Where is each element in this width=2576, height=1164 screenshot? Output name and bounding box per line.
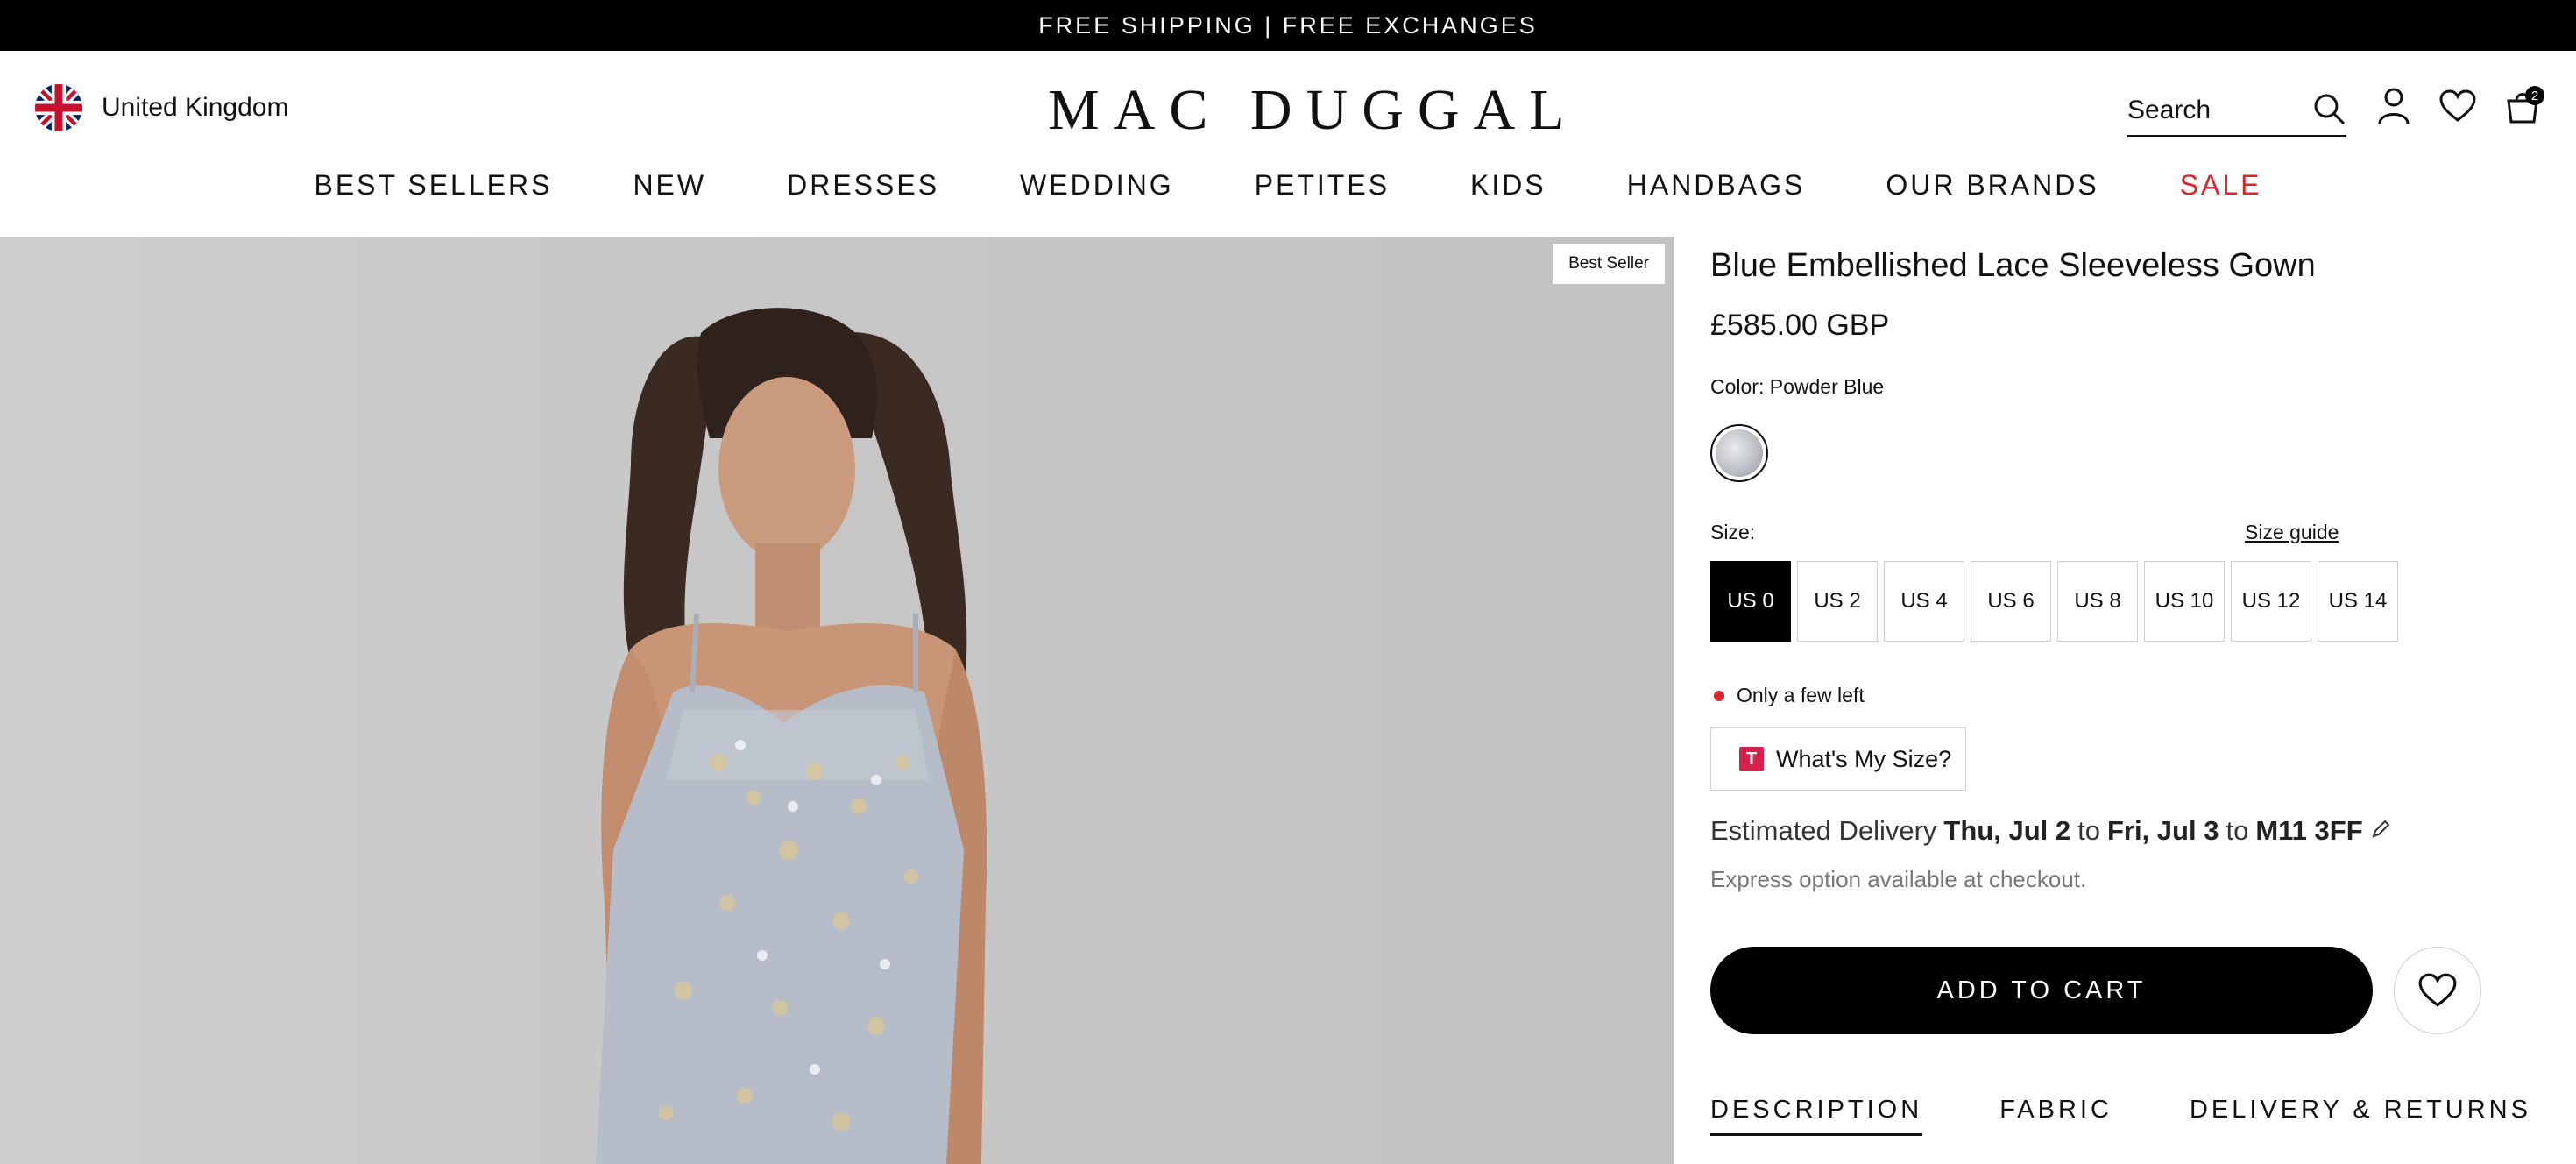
search-icon[interactable] bbox=[2311, 91, 2346, 131]
region-label: United Kingdom bbox=[102, 93, 289, 122]
cart-count-badge: 2 bbox=[2525, 86, 2544, 105]
announcement-bar: FREE SHIPPING | FREE EXCHANGES bbox=[0, 0, 2576, 51]
color-row: Color: Powder Blue bbox=[1710, 375, 1884, 399]
size-option[interactable]: US 14 bbox=[2318, 561, 2398, 642]
product-price: £585.00 GBP bbox=[1710, 309, 1890, 342]
nav-item-wedding[interactable]: WEDDING bbox=[980, 169, 1214, 202]
size-option[interactable]: US 6 bbox=[1971, 561, 2051, 642]
announcement-text: FREE SHIPPING | FREE EXCHANGES bbox=[1038, 11, 1538, 39]
add-to-cart-button[interactable]: ADD TO CART bbox=[1710, 947, 2373, 1034]
cart-icon[interactable]: 2 bbox=[2501, 84, 2544, 128]
model-photo-illustration bbox=[596, 308, 987, 1164]
tab-description[interactable]: DESCRIPTION bbox=[1710, 1096, 1923, 1136]
size-option[interactable]: US 4 bbox=[1884, 561, 1964, 642]
delivery-to-word-2: to bbox=[2226, 815, 2249, 846]
stock-status: Only a few left bbox=[1710, 684, 1865, 707]
whats-my-size-button[interactable]: T What's My Size? bbox=[1710, 728, 1966, 791]
size-option[interactable]: US 0 bbox=[1710, 561, 1791, 642]
heart-icon bbox=[2418, 973, 2457, 1007]
nav-item-our-brands[interactable]: OUR BRANDS bbox=[1845, 169, 2139, 202]
delivery-from-date: Thu, Jul 2 bbox=[1943, 815, 2071, 846]
color-value: Powder Blue bbox=[1769, 375, 1885, 398]
size-label: Size: bbox=[1710, 521, 1756, 543]
nav-item-new[interactable]: NEW bbox=[592, 169, 747, 202]
nav-item-dresses[interactable]: DRESSES bbox=[747, 169, 980, 202]
tab-fabric[interactable]: FABRIC bbox=[1999, 1096, 2112, 1136]
best-seller-badge: Best Seller bbox=[1553, 244, 1665, 284]
whats-my-size-label: What's My Size? bbox=[1776, 745, 1952, 772]
region-selector[interactable]: United Kingdom bbox=[35, 84, 288, 131]
size-guide-link[interactable]: Size guide bbox=[2245, 521, 2339, 544]
estimated-delivery: Estimated Delivery Thu, Jul 2 to Fri, Ju… bbox=[1710, 815, 2391, 847]
site-header: United Kingdom MAC DUGGAL 2 BEST SELLERS… bbox=[0, 51, 2576, 235]
add-to-wishlist-button[interactable] bbox=[2394, 947, 2481, 1034]
account-icon[interactable] bbox=[2372, 84, 2416, 128]
edit-pencil-icon[interactable] bbox=[2370, 815, 2391, 847]
search-input[interactable] bbox=[2127, 96, 2294, 125]
nav-item-best-sellers[interactable]: BEST SELLERS bbox=[273, 169, 592, 202]
delivery-until-date: Fri, Jul 3 bbox=[2106, 815, 2219, 846]
nav-item-petites[interactable]: PETITES bbox=[1214, 169, 1430, 202]
color-swatch-powder-blue[interactable] bbox=[1710, 424, 1768, 482]
size-option[interactable]: US 8 bbox=[2057, 561, 2138, 642]
wishlist-icon[interactable] bbox=[2436, 84, 2480, 128]
delivery-prefix: Estimated Delivery bbox=[1710, 815, 1937, 846]
express-note: Express option available at checkout. bbox=[1710, 866, 2087, 892]
low-stock-dot-icon bbox=[1714, 690, 1724, 701]
nav-item-sale[interactable]: SALE bbox=[2140, 169, 2303, 202]
product-title: Blue Embellished Lace Sleeveless Gown bbox=[1710, 247, 2316, 284]
brand-logo[interactable]: MAC DUGGAL bbox=[1048, 77, 1565, 144]
product-details: Blue Embellished Lace Sleeveless Gown £5… bbox=[1710, 237, 2534, 1164]
delivery-postcode[interactable]: M11 3FF bbox=[2255, 815, 2362, 847]
stock-text: Only a few left bbox=[1737, 684, 1865, 706]
search-field[interactable] bbox=[2127, 86, 2346, 137]
swatch-fill bbox=[1716, 429, 1763, 477]
nav-item-handbags[interactable]: HANDBAGS bbox=[1587, 169, 1846, 202]
product-image[interactable]: Best Seller bbox=[0, 237, 1674, 1164]
true-fit-logo-icon: T bbox=[1739, 747, 1764, 771]
size-selector: US 0 US 2 US 4 US 6 US 8 US 10 US 12 US … bbox=[1710, 561, 2398, 642]
tab-delivery-returns[interactable]: DELIVERY & RETURNS bbox=[2190, 1096, 2531, 1136]
nav-item-kids[interactable]: KIDS bbox=[1430, 169, 1587, 202]
color-label: Color: bbox=[1710, 375, 1765, 398]
size-option[interactable]: US 10 bbox=[2144, 561, 2225, 642]
delivery-to-word: to bbox=[2077, 815, 2100, 846]
uk-flag-icon bbox=[35, 84, 82, 131]
size-option[interactable]: US 12 bbox=[2231, 561, 2311, 642]
main-navigation: BEST SELLERS NEW DRESSES WEDDING PETITES… bbox=[0, 169, 2576, 202]
size-option[interactable]: US 2 bbox=[1797, 561, 1878, 642]
product-info-tabs: DESCRIPTION FABRIC DELIVERY & RETURNS bbox=[1710, 1096, 2531, 1136]
